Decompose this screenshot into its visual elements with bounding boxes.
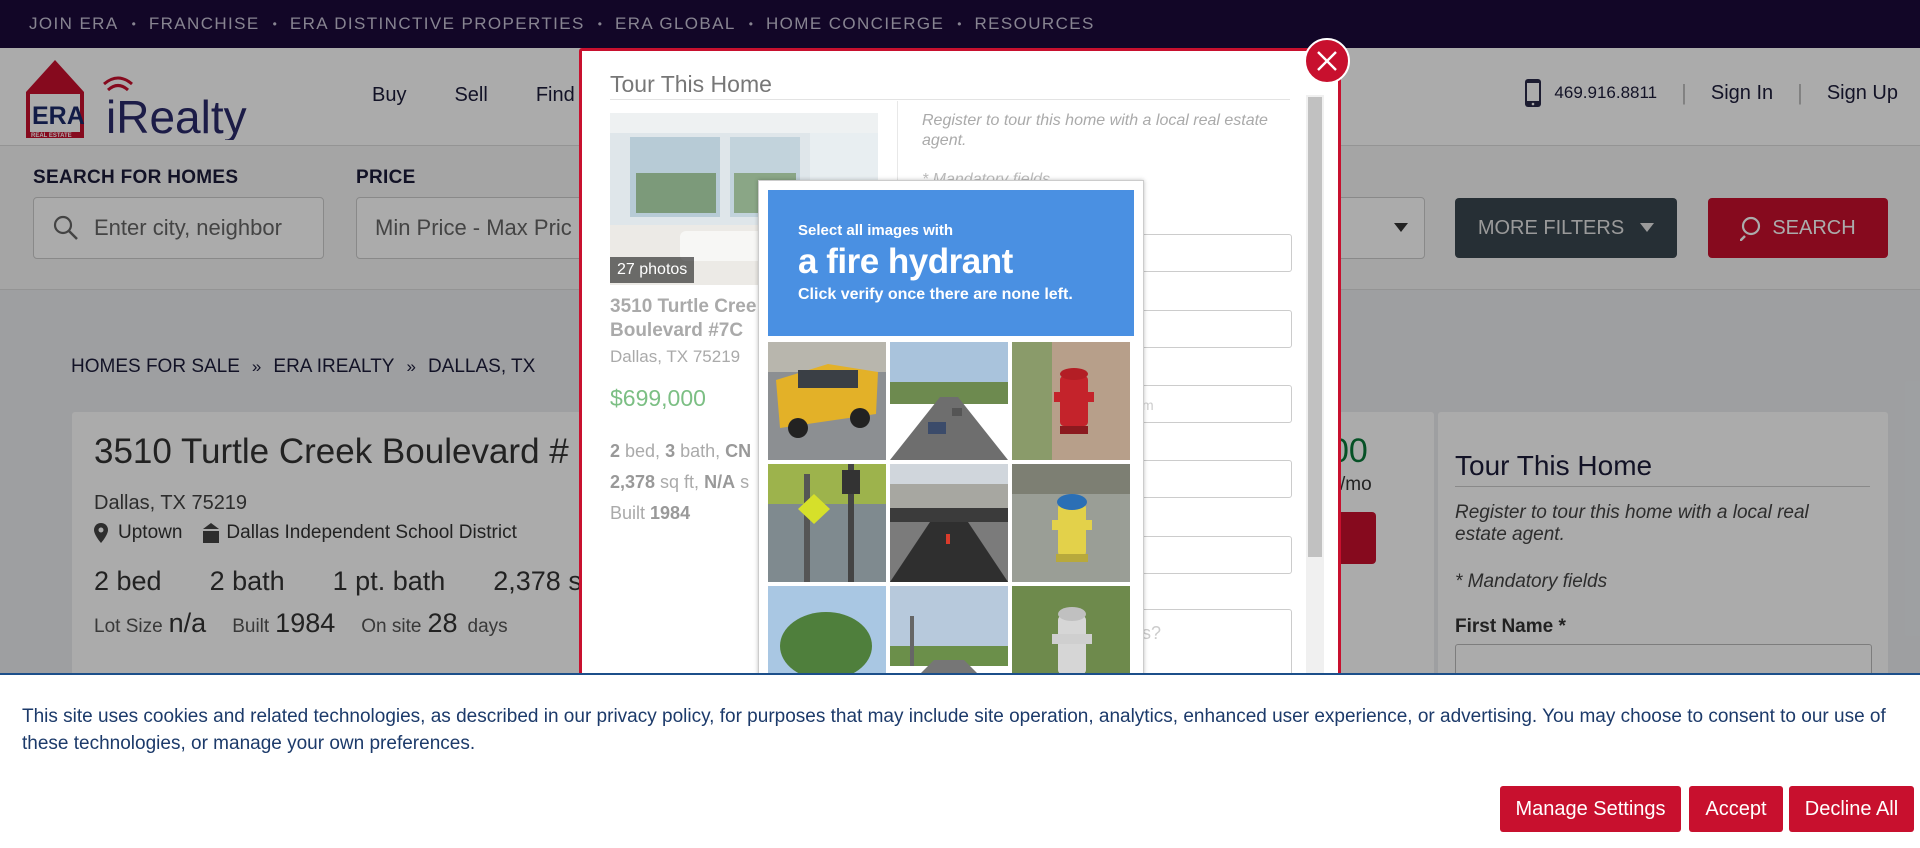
- captcha-tile[interactable]: [890, 342, 1008, 460]
- taxi-image: [768, 342, 886, 460]
- road-image: [890, 342, 1008, 460]
- crosswalk-sign-image: [768, 464, 886, 582]
- photo-count-badge[interactable]: 27 photos: [610, 257, 695, 283]
- captcha-target: a fire hydrant: [798, 242, 1013, 281]
- modal-title: Tour This Home: [610, 71, 772, 97]
- cookie-consent-banner: This site uses cookies and related techn…: [0, 673, 1920, 848]
- captcha-tile[interactable]: [1012, 342, 1130, 460]
- modal-close-button[interactable]: [1304, 38, 1350, 84]
- manage-settings-button[interactable]: Manage Settings: [1500, 786, 1681, 832]
- modal-scrollbar-thumb[interactable]: [1308, 97, 1322, 557]
- modal-listing-city: Dallas, TX 75219: [610, 347, 741, 366]
- captcha-tile[interactable]: [1012, 464, 1130, 582]
- captcha-hint: Click verify once there are none left.: [798, 286, 1073, 303]
- decline-all-button[interactable]: Decline All: [1789, 786, 1914, 832]
- captcha-tile[interactable]: [890, 464, 1008, 582]
- modal-register-text: Register to tour this home with a local …: [922, 112, 1268, 149]
- overpass-image: [890, 464, 1008, 582]
- captcha-tile[interactable]: [768, 342, 886, 460]
- cookie-consent-text: This site uses cookies and related techn…: [22, 706, 1886, 754]
- modal-listing-specs: 2 bed, 3 bath, CN 2,378 sq ft, N/A s Bui…: [610, 441, 752, 523]
- yellow-hydrant-image: [1012, 464, 1130, 582]
- captcha-header: Select all images with a fire hydrant Cl…: [768, 190, 1134, 336]
- modal-listing-price: $699,000: [610, 385, 706, 411]
- red-hydrant-image: [1012, 342, 1130, 460]
- modal-listing-address: 3510 Turtle Cree Boulevard #7C: [610, 296, 757, 341]
- question-placeholder: s?: [1142, 623, 1162, 643]
- captcha-tile[interactable]: [768, 464, 886, 582]
- close-icon: [1317, 51, 1337, 71]
- captcha-instruction: Select all images with: [798, 222, 954, 239]
- accept-button[interactable]: Accept: [1689, 786, 1783, 832]
